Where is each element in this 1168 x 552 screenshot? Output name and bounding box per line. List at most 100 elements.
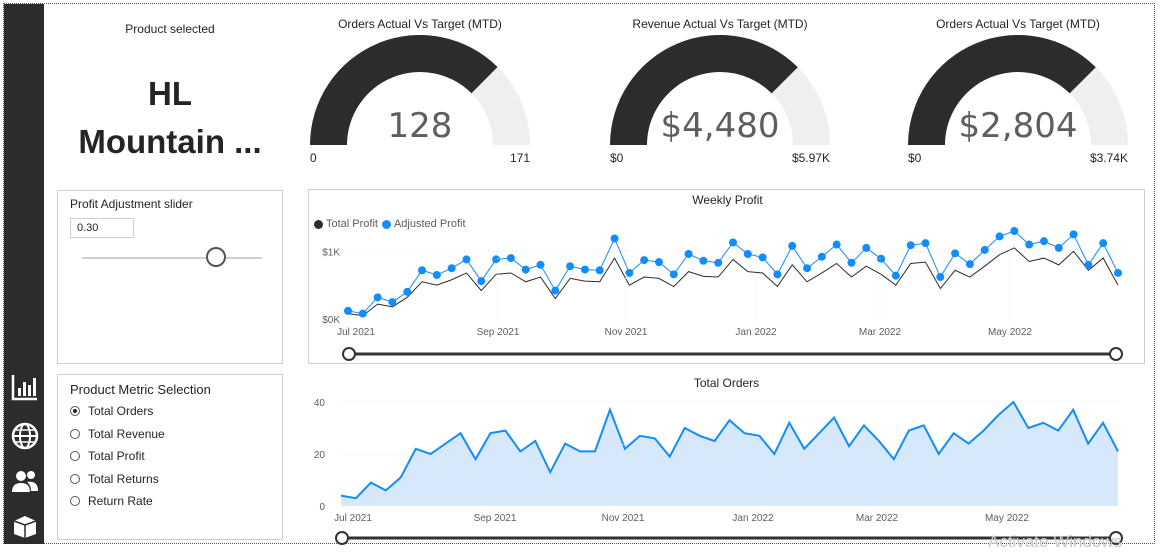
- adjusted-profit-point: [699, 256, 708, 265]
- adjusted-profit-point: [951, 249, 960, 258]
- metric-option[interactable]: Total Returns: [70, 472, 159, 486]
- adjusted-profit-point: [640, 256, 649, 265]
- slider-value-input[interactable]: 0.30: [70, 218, 134, 238]
- adjusted-profit-point: [743, 250, 752, 259]
- x-tick-label: Mar 2022: [856, 513, 899, 524]
- metric-option-label: Total Revenue: [88, 426, 165, 441]
- product-name-line1: HL: [148, 75, 192, 112]
- adjusted-profit-point: [758, 253, 767, 262]
- x-tick-label: Jan 2022: [735, 327, 777, 338]
- adjusted-profit-point: [536, 260, 545, 269]
- metric-option[interactable]: Total Profit: [70, 449, 145, 463]
- bar-chart-icon[interactable]: [10, 372, 40, 402]
- gauge-max-label: $5.97K: [791, 151, 830, 165]
- x-tick-label: May 2022: [985, 513, 1029, 524]
- adjusted-profit-point: [506, 254, 515, 263]
- range-slider-start-handle[interactable]: [342, 347, 356, 361]
- adjusted-profit-point: [477, 277, 486, 286]
- adjusted-profit-point: [403, 287, 412, 296]
- gauge-min-label: $0: [908, 151, 922, 165]
- x-tick-label: Sep 2021: [477, 327, 520, 338]
- x-tick-label: Jul 2021: [334, 513, 372, 524]
- product-selected-label: Product selected: [125, 22, 215, 36]
- adjusted-profit-point: [1099, 239, 1108, 248]
- gauge-min-label: $0: [610, 151, 624, 165]
- x-tick-label: Mar 2022: [859, 327, 902, 338]
- adjusted-profit-point: [921, 239, 930, 248]
- metric-option[interactable]: Return Rate: [70, 494, 153, 508]
- adjusted-profit-point: [373, 293, 382, 302]
- radio-button[interactable]: [70, 406, 80, 416]
- x-tick-label: Nov 2021: [602, 513, 645, 524]
- adjusted-profit-point: [773, 270, 782, 279]
- adjusted-profit-point: [1039, 237, 1048, 246]
- range-slider-start-handle[interactable]: [335, 531, 349, 545]
- adjusted-profit-point: [432, 271, 441, 279]
- adjusted-profit-point: [388, 298, 397, 307]
- x-tick-label: Jan 2022: [732, 513, 774, 524]
- box-icon[interactable]: [10, 510, 40, 540]
- adjusted-profit-point: [654, 258, 663, 267]
- metric-selection-card: Product Metric Selection Total Orders Tot…: [57, 374, 283, 540]
- gauge-title: Orders Actual Vs Target (MTD): [936, 17, 1100, 31]
- x-tick-label: Nov 2021: [605, 327, 648, 338]
- metric-option[interactable]: Total Orders: [70, 404, 153, 418]
- adjusted-profit-point: [1114, 268, 1122, 277]
- radio-button[interactable]: [70, 473, 80, 484]
- adjusted-profit-point: [714, 258, 723, 267]
- adjusted-profit-point: [462, 255, 471, 264]
- adjusted-profit-point: [625, 268, 634, 277]
- adjusted-profit-point: [447, 264, 456, 273]
- slider-title: Profit Adjustment slider: [70, 197, 193, 211]
- adjusted-profit-point: [344, 306, 352, 315]
- gauge-min-label: 0: [310, 151, 317, 165]
- metric-selection-title: Product Metric Selection: [70, 382, 211, 397]
- adjusted-profit-point: [492, 255, 501, 264]
- profit-adjustment-card: Profit Adjustment slider 0.30: [57, 190, 283, 364]
- adjusted-profit-point: [965, 260, 974, 269]
- globe-icon[interactable]: [10, 421, 40, 451]
- metric-option-label: Total Profit: [88, 449, 145, 463]
- adjusted-profit-point: [358, 309, 367, 318]
- radio-button[interactable]: [70, 428, 80, 439]
- adjusted-profit-point: [595, 266, 604, 275]
- metric-option-label: Return Rate: [88, 494, 153, 508]
- y-tick-label: 0: [319, 502, 325, 513]
- range-slider-end-handle[interactable]: [1109, 347, 1123, 361]
- adjusted-profit-point: [788, 241, 797, 250]
- adjusted-profit-point: [803, 264, 812, 273]
- adjusted-profit-point: [610, 234, 619, 243]
- metric-option[interactable]: Total Revenue: [70, 427, 165, 441]
- metric-option-label: Total Orders: [88, 404, 154, 418]
- adjusted-profit-point: [729, 238, 737, 247]
- y-tick-label: 20: [314, 450, 326, 461]
- total-orders-area: [341, 402, 1118, 506]
- radio-button[interactable]: [70, 451, 80, 461]
- y-tick-label: $0K: [322, 315, 340, 326]
- adjusted-profit-point: [418, 266, 427, 275]
- adjusted-profit-point: [684, 250, 693, 259]
- radio-button[interactable]: [70, 496, 80, 506]
- y-tick-label: 40: [314, 398, 326, 409]
- metric-option-label: Total Returns: [88, 471, 159, 486]
- adjusted-profit-point: [1010, 227, 1019, 235]
- x-tick-label: Sep 2021: [474, 513, 517, 524]
- people-icon[interactable]: [10, 466, 40, 496]
- slider-track[interactable]: [82, 257, 262, 259]
- activate-windows-watermark: Activate Windows: [988, 532, 1123, 551]
- gauge-max-label: 171: [509, 151, 530, 165]
- weekly-profit-chart: $0K $1K Jul 2021 Sep 2021 Nov 2021 Jan 2022 Ma…: [322, 227, 1123, 361]
- adjusted-profit-point: [817, 252, 826, 261]
- total-orders-title: Total Orders: [693, 376, 760, 390]
- slider-thumb[interactable]: [206, 247, 226, 267]
- product-name: HL Mountain ...: [58, 70, 282, 166]
- total-orders-chart: 0 20 40 Jul 2021 Sep 2021 Nov 2021 Jan 2022 Mar…: [314, 398, 1123, 545]
- adjusted-profit-point: [832, 240, 841, 249]
- adjusted-profit-point: [877, 254, 886, 263]
- gauge-title: Revenue Actual Vs Target (MTD): [632, 17, 808, 31]
- adjusted-profit-point: [521, 265, 530, 274]
- adjusted-profit-point: [936, 273, 945, 282]
- sidebar: [4, 4, 44, 544]
- adjusted-profit-point: [551, 286, 560, 295]
- adjusted-profit-point: [1025, 240, 1034, 249]
